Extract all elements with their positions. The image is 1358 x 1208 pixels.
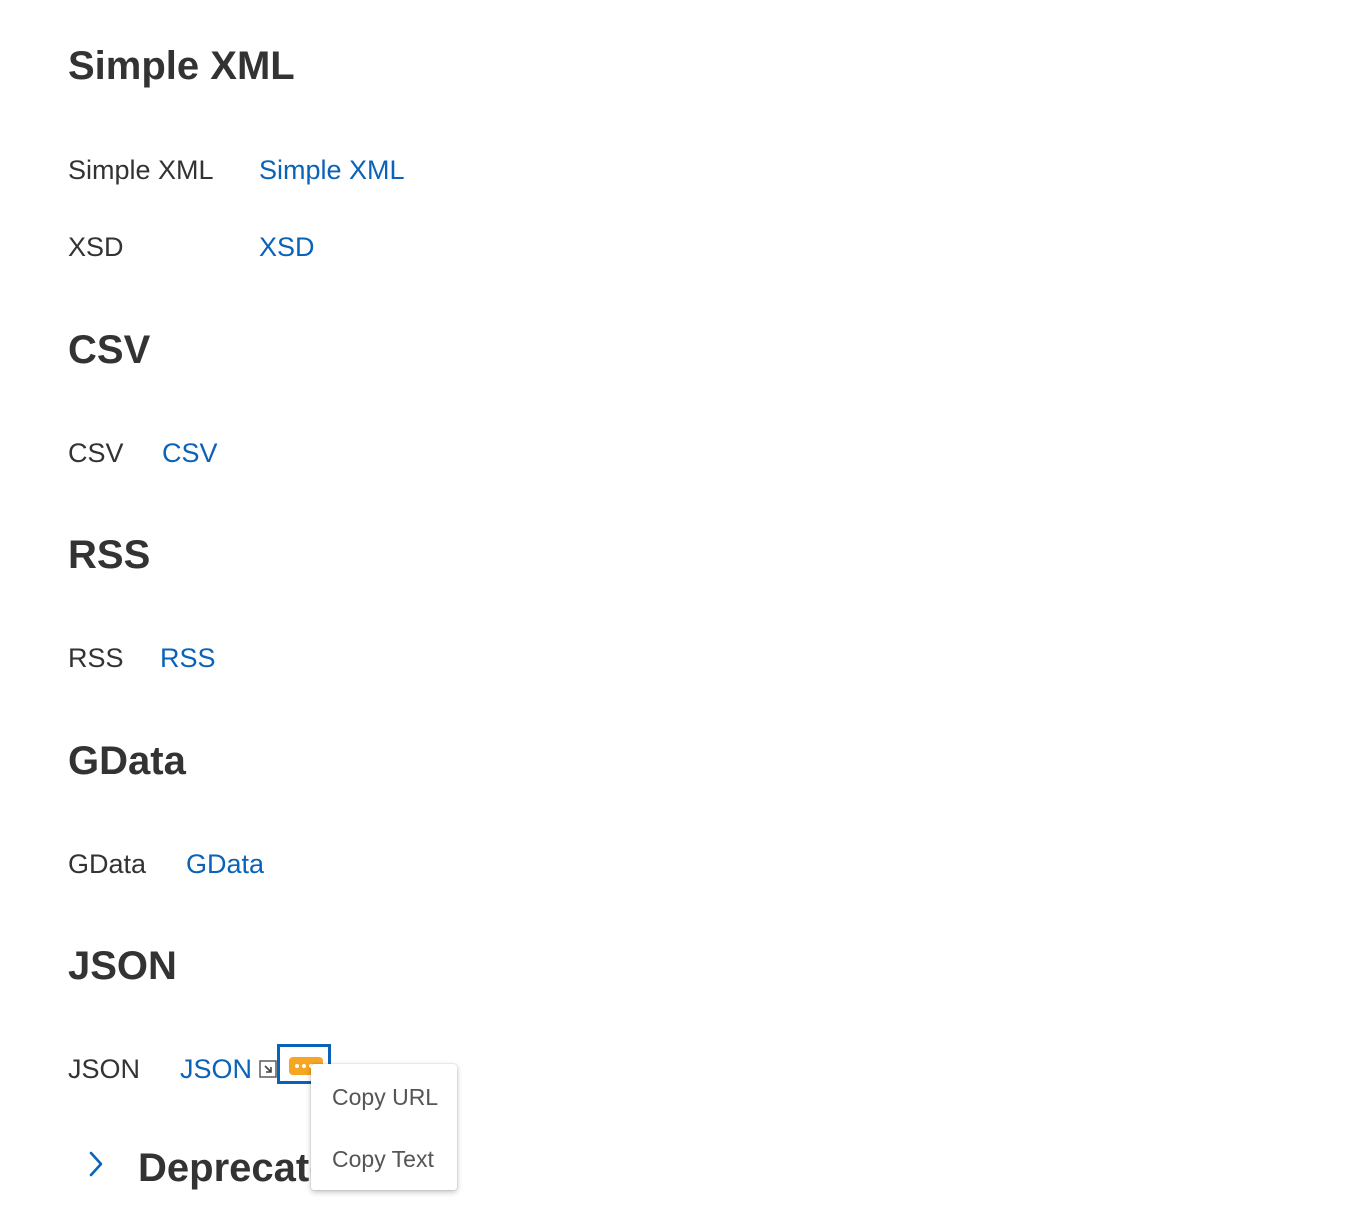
section-title-rss: RSS: [68, 533, 151, 577]
page: Simple XML Simple XML Simple XML XSD XSD…: [0, 0, 1358, 1208]
link-rss[interactable]: RSS: [160, 645, 216, 672]
link-simple-xml[interactable]: Simple XML: [259, 157, 405, 184]
row-label-simple-xml: Simple XML: [68, 155, 214, 185]
row-label-xsd: XSD: [68, 232, 124, 262]
context-menu: Copy URL Copy Text: [311, 1064, 457, 1190]
row-label-json: JSON: [68, 1054, 141, 1084]
row-label-gdata: GData: [68, 849, 147, 879]
section-title-simple-xml: Simple XML: [68, 44, 295, 88]
section-title-json: JSON: [68, 944, 177, 988]
row-label-rss: RSS: [68, 643, 124, 673]
link-xsd[interactable]: XSD: [259, 234, 315, 261]
chevron-right-icon[interactable]: [82, 1148, 110, 1182]
external-link-icon[interactable]: [259, 1060, 277, 1078]
link-csv[interactable]: CSV: [162, 440, 218, 467]
section-title-csv: CSV: [68, 328, 151, 372]
menu-item-copy-text[interactable]: Copy Text: [332, 1148, 434, 1171]
section-title-gdata: GData: [68, 739, 186, 783]
link-gdata[interactable]: GData: [186, 851, 264, 878]
menu-item-copy-url[interactable]: Copy URL: [332, 1086, 438, 1109]
row-label-csv: CSV: [68, 438, 124, 468]
link-json[interactable]: JSON: [180, 1056, 252, 1083]
